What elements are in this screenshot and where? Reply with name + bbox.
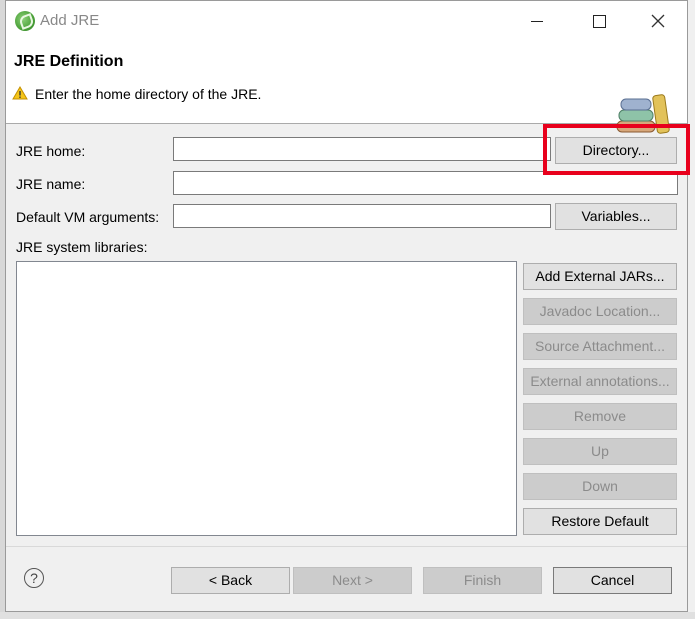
external-annotations-button[interactable]: External annotations...	[523, 368, 677, 395]
source-attachment-button[interactable]: Source Attachment...	[523, 333, 677, 360]
cancel-button[interactable]: Cancel	[553, 567, 672, 594]
minimize-icon	[531, 21, 543, 22]
finish-button[interactable]: Finish	[423, 567, 542, 594]
jre-home-label: JRE home:	[16, 143, 86, 159]
title-bar: Add JRE	[6, 1, 687, 41]
restore-default-button[interactable]: Restore Default	[523, 508, 677, 535]
footer-divider	[6, 546, 687, 547]
background-window-edge-bottom	[0, 612, 695, 619]
remove-button[interactable]: Remove	[523, 403, 677, 430]
window-title: Add JRE	[40, 12, 100, 29]
directory-highlight-box	[543, 124, 690, 175]
eclipse-app-icon	[15, 11, 35, 31]
warning-icon	[12, 86, 28, 100]
system-libraries-list[interactable]	[16, 261, 517, 536]
close-button[interactable]	[643, 9, 673, 33]
system-libraries-label: JRE system libraries:	[16, 239, 148, 255]
wizard-header: JRE Definition Enter the home directory …	[6, 41, 687, 134]
jre-home-input[interactable]	[173, 137, 551, 161]
variables-button[interactable]: Variables...	[555, 203, 677, 230]
add-external-jars-button[interactable]: Add External JARs...	[523, 263, 677, 290]
help-icon[interactable]: ?	[24, 568, 44, 588]
javadoc-location-button[interactable]: Javadoc Location...	[523, 298, 677, 325]
page-title: JRE Definition	[14, 53, 124, 70]
maximize-button[interactable]	[584, 9, 614, 33]
next-button[interactable]: Next >	[293, 567, 412, 594]
minimize-button[interactable]	[522, 9, 552, 33]
up-button[interactable]: Up	[523, 438, 677, 465]
down-button[interactable]: Down	[523, 473, 677, 500]
close-icon	[651, 14, 665, 28]
add-jre-dialog: Add JRE JRE Definition Enter the home di…	[5, 0, 690, 612]
jre-name-label: JRE name:	[16, 176, 86, 192]
background-window-edge-right	[688, 0, 695, 619]
vm-arguments-input[interactable]	[173, 204, 551, 228]
vm-arguments-label: Default VM arguments:	[16, 209, 160, 225]
maximize-icon	[592, 15, 606, 28]
header-message: Enter the home directory of the JRE.	[35, 86, 262, 102]
back-button[interactable]: < Back	[171, 567, 290, 594]
